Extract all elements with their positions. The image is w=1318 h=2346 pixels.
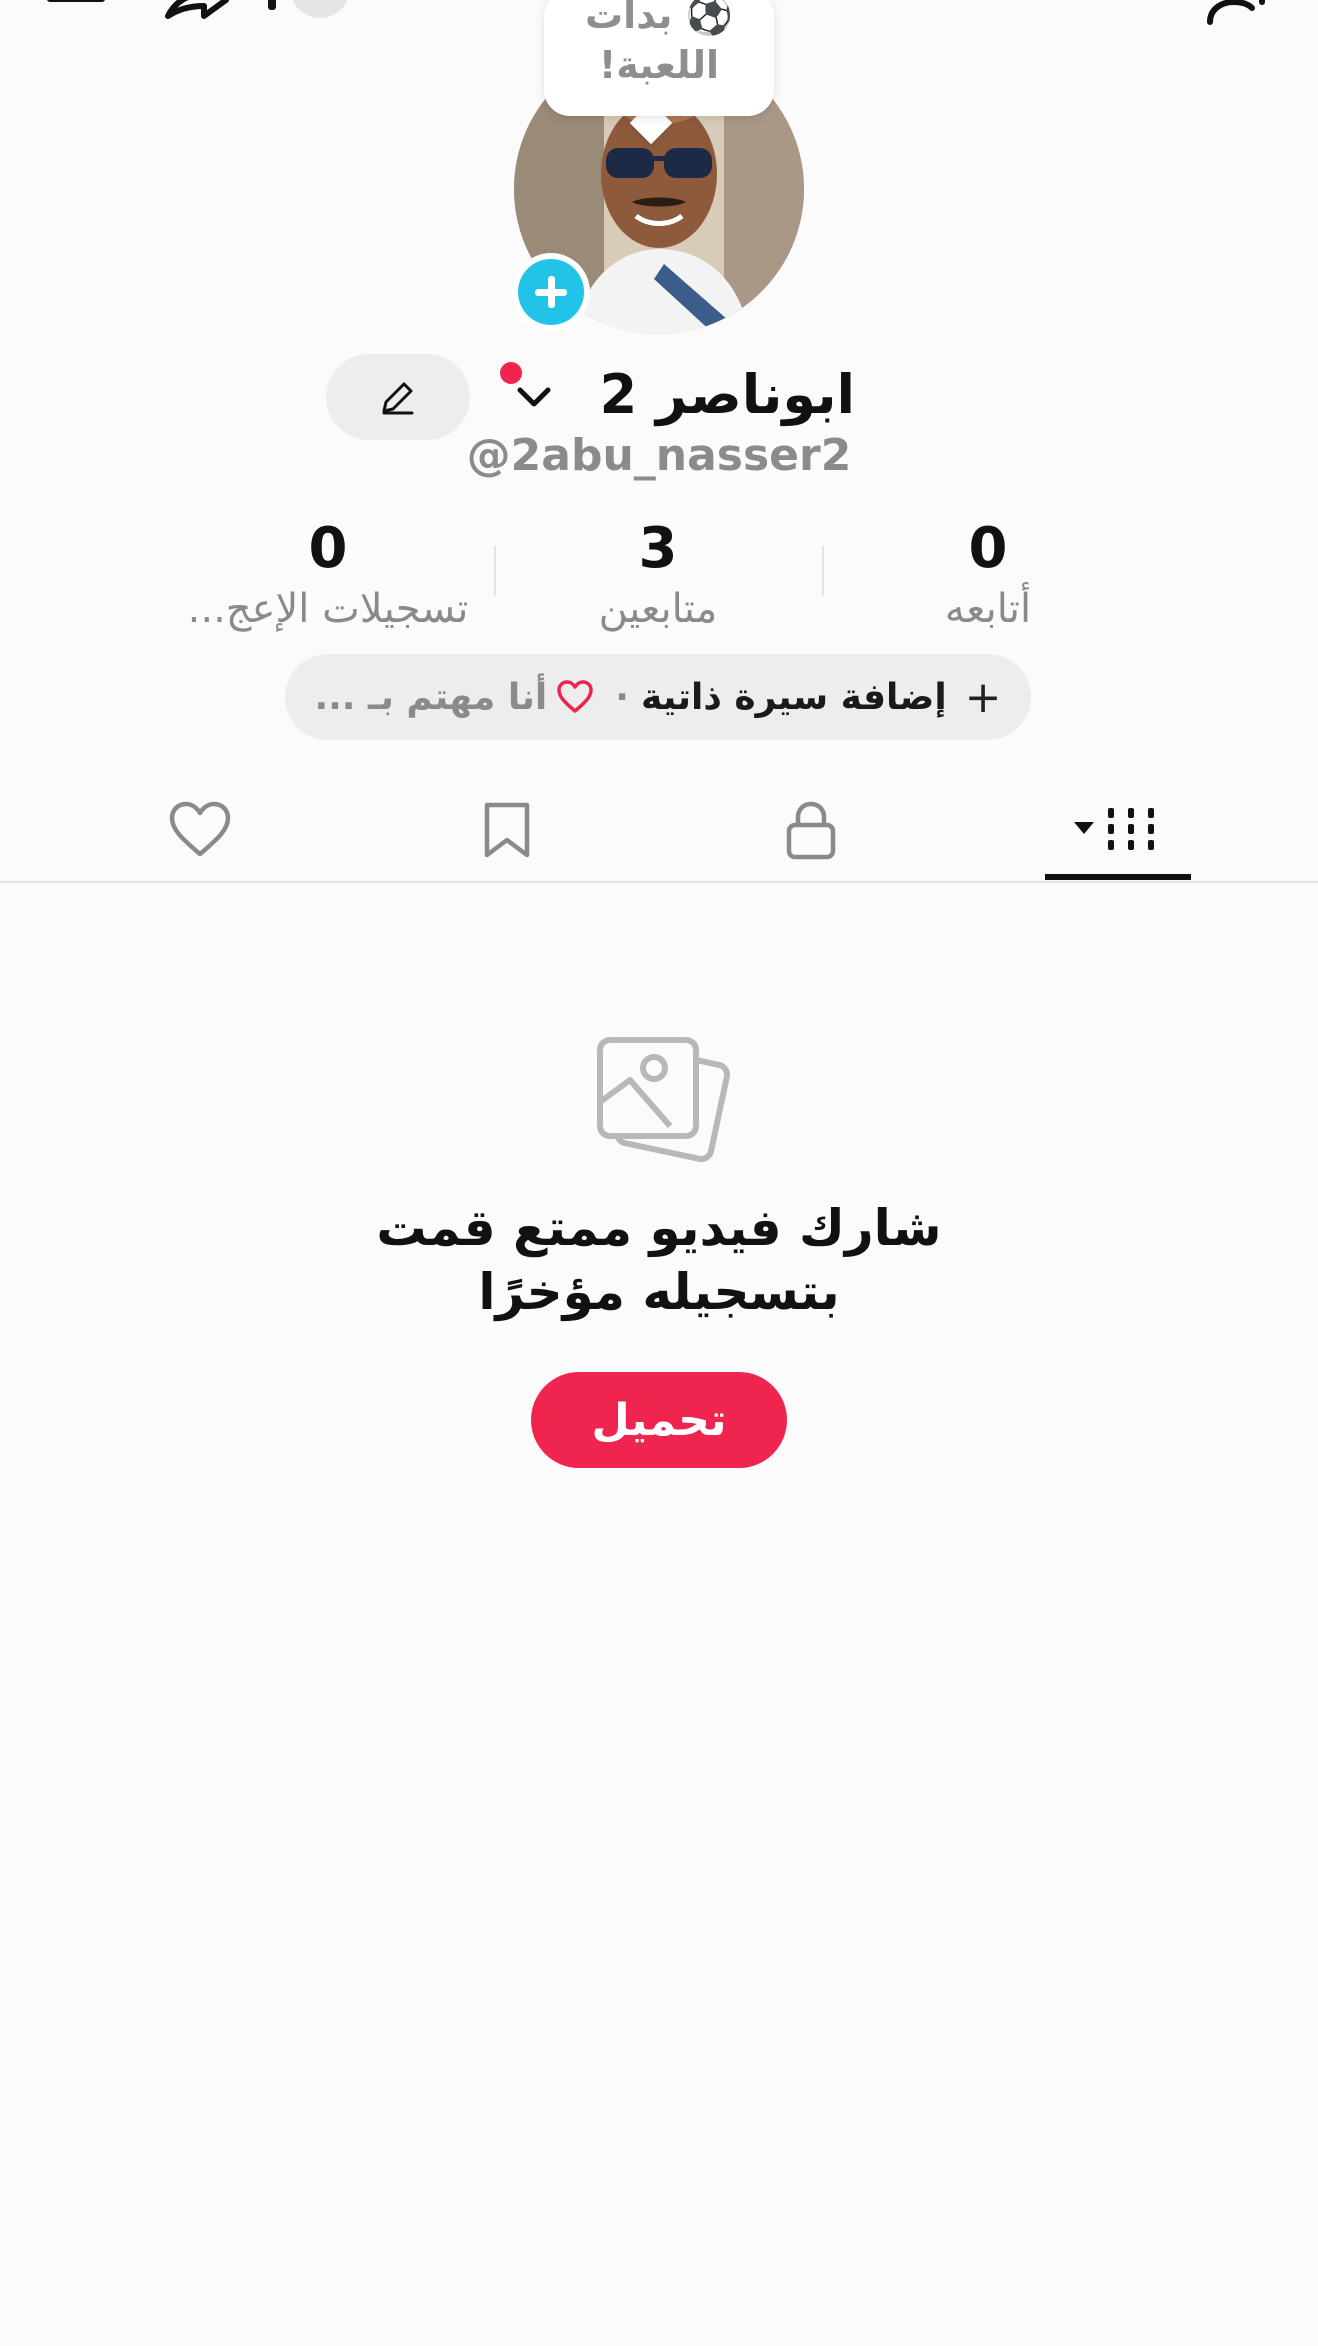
lock-icon: [786, 801, 836, 860]
stat-divider: [494, 546, 496, 596]
upload-button[interactable]: تحميل: [531, 1372, 787, 1468]
likes-label: تسجيلات الإعج...: [187, 586, 469, 632]
menu-icon[interactable]: [45, 0, 109, 14]
active-tab-indicator: [1045, 874, 1191, 880]
display-name[interactable]: ابوناصر 2: [555, 360, 855, 430]
status-bubble[interactable]: ⚽ بدأت اللعبة!: [544, 0, 774, 116]
bubble-text-line1: ⚽ بدأت: [585, 0, 733, 37]
following-count: 0: [968, 516, 1008, 581]
stat-divider: [822, 546, 824, 596]
followers-label: متابعين: [598, 586, 718, 632]
tabs-divider: [0, 881, 1318, 883]
likes-count: 0: [308, 516, 348, 581]
tab-saved[interactable]: [432, 780, 582, 880]
tab-liked[interactable]: [125, 780, 275, 880]
stat-followers[interactable]: 3 متابعين: [498, 514, 818, 634]
followers-count: 3: [638, 516, 678, 581]
add-user-icon[interactable]: [1204, 0, 1280, 26]
stat-likes[interactable]: 0 تسجيلات الإعج...: [168, 514, 488, 634]
stat-following[interactable]: 0 أتابعه: [828, 514, 1148, 634]
mini-avatar-icon[interactable]: [268, 0, 352, 26]
empty-state-line1: شارك فيديو ممتع قمت: [376, 1199, 942, 1257]
heart-icon: [557, 680, 594, 713]
plus-icon: [518, 259, 584, 325]
bubble-text-line2: اللعبة!: [598, 43, 720, 87]
plus-icon: +: [964, 671, 1002, 723]
tab-private[interactable]: [736, 780, 886, 880]
add-photo-button[interactable]: [512, 253, 590, 331]
tab-videos[interactable]: [1042, 780, 1192, 880]
grid-icon: [1074, 808, 1154, 850]
empty-state-title: شارك فيديو ممتع قمت بتسجيله مؤخرًا: [280, 1196, 1038, 1324]
notification-dot: [500, 362, 522, 384]
add-bio-button[interactable]: + إضافة سيرة ذاتية · أنا مهتم بـ ...: [285, 654, 1031, 740]
bio-separator: ·: [615, 676, 629, 718]
pencil-icon: [382, 382, 414, 415]
following-label: أتابعه: [944, 586, 1032, 632]
bookmark-icon: [484, 802, 530, 858]
username: @2abu_nasser2: [466, 430, 852, 481]
chevron-down-icon[interactable]: [514, 382, 554, 412]
share-icon[interactable]: [160, 0, 230, 22]
photos-icon: [597, 1037, 730, 1163]
empty-state-line2: بتسجيله مؤخرًا: [478, 1263, 840, 1321]
heart-icon: [169, 801, 231, 857]
interests-label: أنا مهتم بـ ...: [314, 676, 548, 718]
profile-tabs: [0, 780, 1318, 882]
add-bio-label: إضافة سيرة ذاتية: [640, 676, 947, 718]
